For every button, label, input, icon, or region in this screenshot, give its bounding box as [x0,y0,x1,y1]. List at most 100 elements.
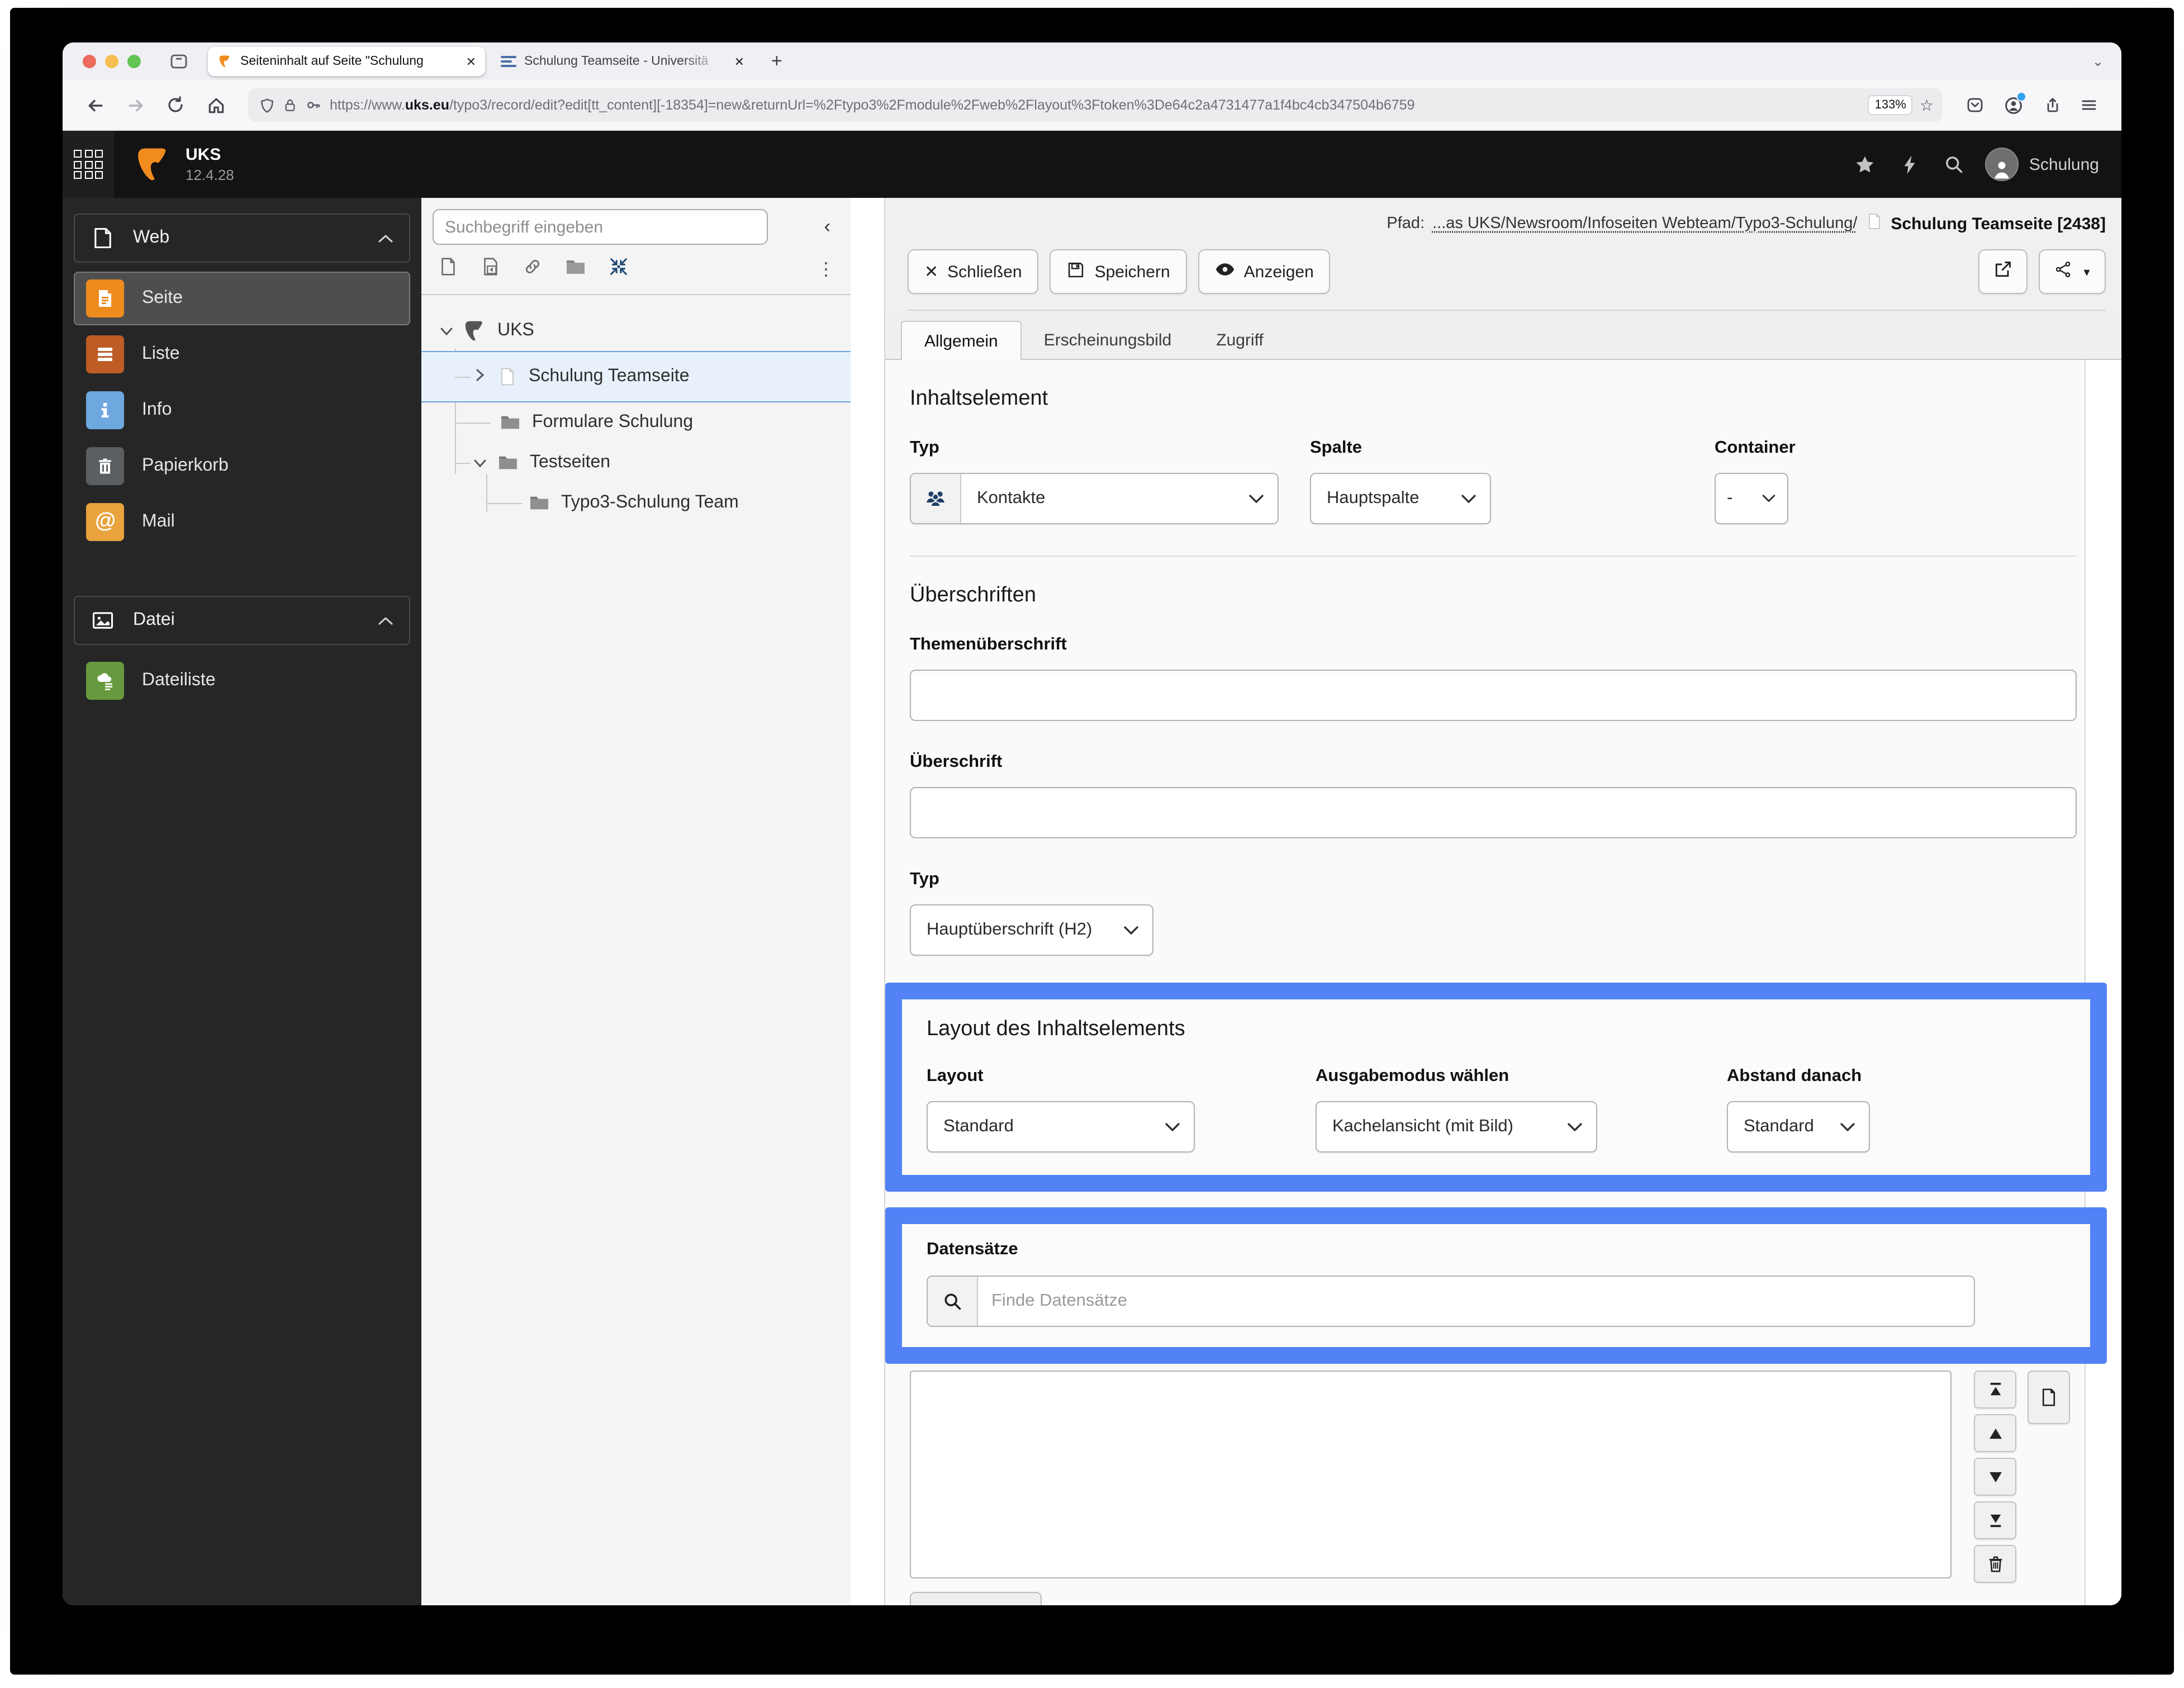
open-in-new-window-button[interactable] [1978,249,2028,294]
module-item-seite[interactable]: Seite [74,272,410,325]
save-button[interactable]: Speichern [1050,249,1187,294]
bookmarks-star-icon[interactable] [1843,131,1887,198]
home-icon[interactable] [199,88,232,122]
tab-allgemein[interactable]: Allgemein [901,321,1022,360]
content-column: Pfad: ...as UKS/Newsroom/Infoseiten Webt… [884,198,2121,1605]
new-adresse-button[interactable]: Adresse [910,1592,1042,1605]
tree-node[interactable]: Formulare Schulung [421,402,851,443]
lock-icon[interactable] [283,97,297,113]
browser-tab-title: Schulung Teamseite - Universitä [524,55,709,68]
abstand-select[interactable]: Standard [1727,1101,1870,1153]
typo3-topbar: UKS 12.4.28 Schulung [63,131,2121,198]
bookmark-star-icon[interactable]: ☆ [1920,96,1934,115]
module-item-info[interactable]: Info [74,383,410,437]
module-group-web[interactable]: Web [74,214,410,263]
view-button[interactable]: Anzeigen [1198,249,1331,294]
browser-tab-title: Seiteninhalt auf Seite "Schulung [240,55,424,68]
minimize-window-button[interactable] [105,55,118,68]
close-window-button[interactable] [83,55,96,68]
tree-node-expanded[interactable]: Testseiten [421,443,851,483]
path-link[interactable]: ...as UKS/Newsroom/Infoseiten Webteam/Ty… [1432,215,1857,233]
tree-node-root[interactable]: UKS [421,311,851,351]
share-button[interactable]: ▾ [2039,249,2106,294]
tab-zugriff[interactable]: Zugriff [1194,321,1286,359]
browse-records-button[interactable] [2028,1371,2070,1424]
url-text: https://www.uks.eu/typo3/record/edit?edi… [330,97,1415,113]
new-page-icon[interactable] [437,256,458,283]
tree-search-input[interactable] [433,209,768,245]
header-type-select[interactable]: Hauptüberschrift (H2) [910,904,1153,956]
tree-more-icon[interactable]: ⋮ [817,258,835,281]
move-up-button[interactable] [1974,1414,2016,1452]
module-item-mail[interactable]: @ Mail [74,495,410,549]
browser-tab-active[interactable]: Seiteninhalt auf Seite "Schulung ✕ [208,47,485,76]
selected-records-listbox[interactable] [910,1371,1952,1578]
module-item-label: Dateiliste [142,671,216,690]
container-select-value: - [1727,489,1733,508]
themenueberschrift-input[interactable] [910,670,2077,721]
field-label-spalte: Spalte [1310,438,1362,457]
delete-button[interactable] [1974,1545,2016,1583]
menu-hamburger-icon[interactable] [2072,88,2106,122]
move-down-button[interactable] [1974,1458,2016,1496]
module-item-papierkorb[interactable]: Papierkorb [74,439,410,493]
new-tab-button[interactable]: + [771,50,782,73]
ctype-select[interactable]: Kontakte [961,474,1278,523]
zoom-level-badge[interactable]: 133% [1868,95,1913,115]
chevron-down-icon [1461,494,1476,504]
tab-overview-icon[interactable] [170,53,188,70]
new-page-drag-icon[interactable] [479,256,501,283]
module-item-dateiliste[interactable]: Dateiliste [74,654,410,708]
close-tab-icon[interactable]: ✕ [466,54,476,69]
list-all-tabs-icon[interactable]: ⌄ [2092,54,2104,69]
chevron-down-icon[interactable] [437,323,455,339]
zoom-window-button[interactable] [127,55,141,68]
collapse-panel-icon[interactable]: ‹ [824,216,842,238]
user-menu[interactable]: Schulung [1977,131,2121,198]
extension-icon[interactable] [2034,88,2068,122]
move-to-top-button[interactable] [1974,1371,2016,1409]
tree-scroll-gutter[interactable] [851,198,884,1605]
page-module-icon [86,279,124,317]
module-grid-button[interactable] [63,131,114,198]
tree-node-child[interactable]: Typo3-Schulung Team [421,483,851,523]
browser-tab-inactive[interactable]: Schulung Teamseite - Universitä ✕ [492,47,753,76]
module-menu: Web Seite Liste Info Papierkorb @ Mail D… [63,198,421,1605]
chevron-right-icon[interactable] [471,369,488,385]
search-icon[interactable] [1932,131,1977,198]
url-bar[interactable]: https://www.uks.eu/typo3/record/edit?edi… [248,88,1943,122]
pocket-icon[interactable] [1958,88,1992,122]
clear-cache-bolt-icon[interactable] [1887,131,1932,198]
close-button[interactable]: ✕ Schließen [908,249,1039,294]
module-group-datei[interactable]: Datei [74,596,410,645]
typo3-main: Web Seite Liste Info Papierkorb @ Mail D… [63,198,2121,1605]
tab-erscheinungsbild[interactable]: Erscheinungsbild [1022,321,1194,359]
account-icon[interactable] [1996,88,2030,122]
link-icon[interactable] [522,256,543,283]
container-select[interactable]: - [1715,473,1788,524]
ueberschrift-input[interactable] [910,787,2077,838]
site-logo-block[interactable]: UKS 12.4.28 [114,131,234,198]
back-icon[interactable] [78,88,112,122]
field-label-datensaetze: Datensätze [927,1240,1018,1259]
close-button-label: Schließen [947,262,1022,281]
key-icon[interactable] [305,97,322,113]
ausgabemodus-select[interactable]: Kachelansicht (mit Bild) [1316,1101,1597,1153]
collapse-all-icon[interactable] [608,256,629,283]
module-item-liste[interactable]: Liste [74,328,410,381]
shield-icon[interactable] [259,97,275,113]
reload-icon[interactable] [159,88,192,122]
close-tab-icon[interactable]: ✕ [734,54,744,69]
colpos-select[interactable]: Hauptspalte [1310,473,1491,524]
record-browse-icon [2042,1388,2055,1406]
arrow-up-icon [1989,1428,2001,1439]
field-label-ueberschrift: Überschrift [910,752,1003,771]
layout-select[interactable]: Standard [927,1101,1195,1153]
folder-icon[interactable] [564,257,587,282]
forward-icon[interactable] [118,88,152,122]
chevron-down-icon[interactable] [471,455,488,471]
move-to-bottom-button[interactable] [1974,1501,2016,1539]
record-search-input[interactable] [978,1277,1974,1326]
tree-node-selected[interactable]: Schulung Teamseite [421,351,851,402]
filelist-module-icon [86,662,124,700]
